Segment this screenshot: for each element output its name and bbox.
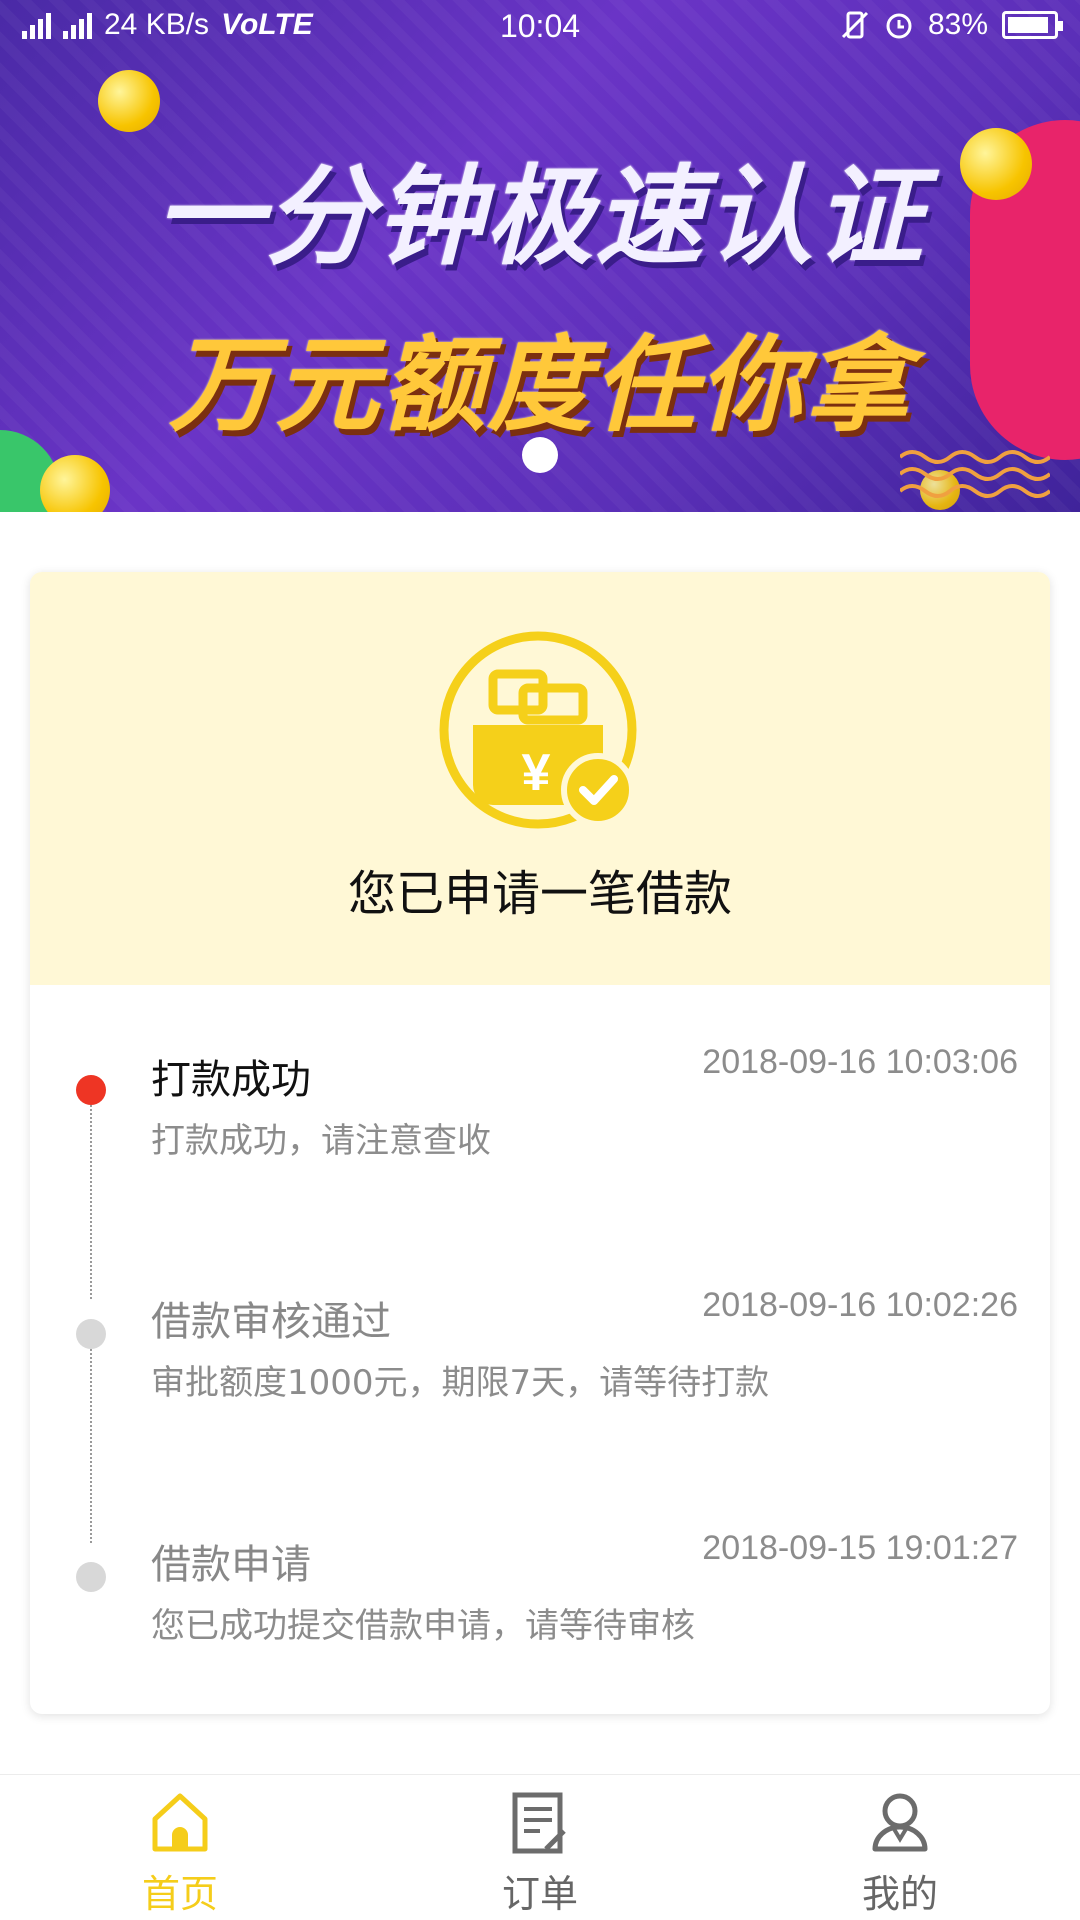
banner-subheadline: 万元额度任你拿 [168,324,911,446]
profile-icon [872,1793,928,1852]
timeline-item-time: 2018-09-16 10:03:06 [702,1043,1018,1081]
tab-profile[interactable]: 我的 [720,1775,1080,1920]
wallet-check-icon: ¥ [439,631,637,829]
banner-page-indicator [522,437,558,473]
bottom-tab-bar: 首页 订单 我的 [0,1774,1080,1920]
tab-label: 我的 [861,1872,938,1916]
promo-banner[interactable]: 24 KB/s VoLTE 10:04 83% 一分钟极速认证 万元额度任你拿 [0,0,1080,512]
timeline-item-title: 借款审核通过 [151,1299,391,1345]
timeline-dot-active [76,1075,106,1105]
loan-status-title: 您已申请一笔借款 [347,866,732,922]
tab-label: 首页 [141,1872,218,1916]
coin-icon [98,70,160,132]
timeline-item-title: 借款申请 [151,1542,311,1588]
battery-percent: 83% [927,8,988,41]
timeline-connector [90,1097,92,1299]
timeline-item-desc: 审批额度1000元，期限7天，请等待打款 [151,1363,770,1403]
status-bar: 24 KB/s VoLTE 10:04 83% [0,0,1080,56]
timeline-item-desc: 打款成功，请注意查收 [151,1121,491,1161]
tab-label: 订单 [501,1872,578,1916]
timeline-item-time: 2018-09-15 19:01:27 [702,1529,1018,1567]
battery-icon [1002,11,1063,39]
timeline-item-title: 打款成功 [151,1057,311,1103]
card-header: ¥ 您已申请一笔借款 [30,572,1050,985]
timeline-dot [76,1319,106,1349]
status-right: 83% [840,8,1063,42]
tab-orders[interactable]: 订单 [360,1775,720,1920]
order-icon [512,1792,566,1854]
timeline-item-desc: 您已成功提交借款申请，请等待审核 [151,1606,695,1646]
loan-status-card: ¥ 您已申请一笔借款 打款成功 2018-09-16 10:03:06 打款成功… [30,572,1050,1714]
svg-text:¥: ¥ [522,744,551,802]
wave-decoration [900,450,1050,498]
timeline-connector [90,1341,92,1543]
coin-icon [40,455,110,512]
screen: 24 KB/s VoLTE 10:04 83% 一分钟极速认证 万元额度任你拿 … [0,0,1080,1920]
home-icon [152,1793,208,1852]
banner-headline: 一分钟极速认证 [154,155,925,280]
alarm-icon [886,13,912,39]
timeline-item-time: 2018-09-16 10:02:26 [702,1286,1018,1324]
vibrate-icon [841,11,869,39]
timeline-dot [76,1562,106,1592]
tab-home[interactable]: 首页 [0,1775,360,1920]
